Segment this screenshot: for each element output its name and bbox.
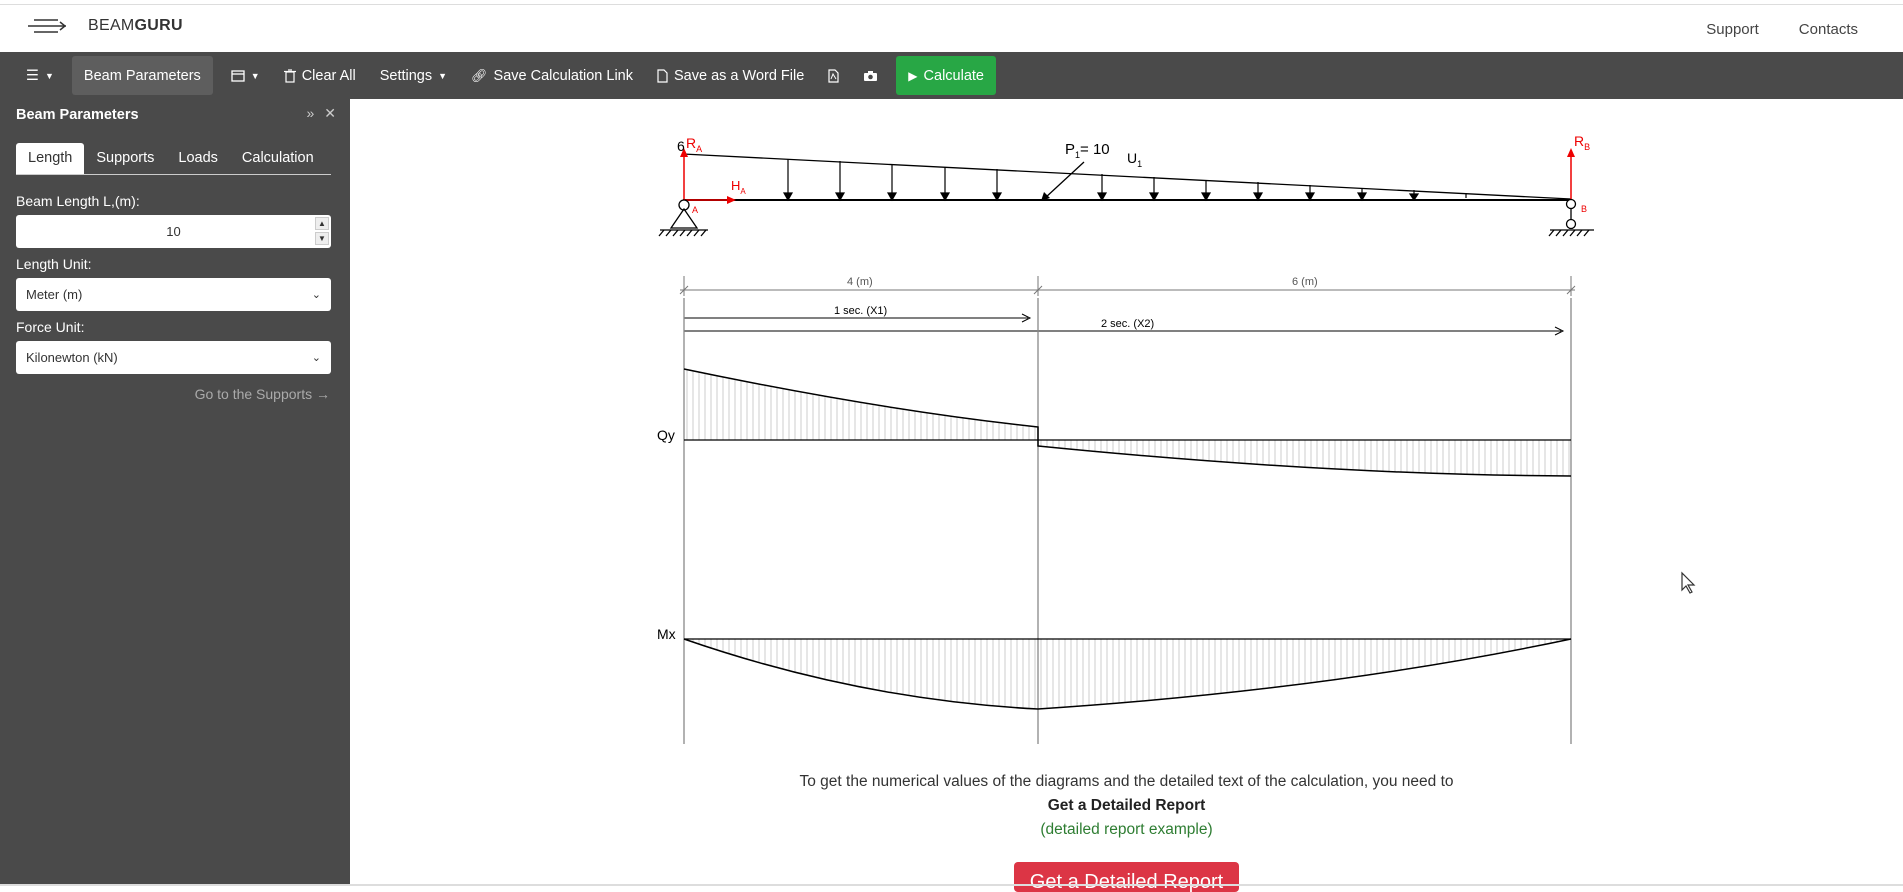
force-unit-select[interactable]: Kilonewton (kN) ⌄ — [16, 341, 331, 374]
tab-loads[interactable]: Loads — [166, 143, 230, 174]
load-arrows — [782, 159, 1467, 202]
save-pdf-button[interactable] — [816, 56, 851, 95]
dim-right: 6 (m) — [1292, 276, 1318, 288]
trash-icon — [283, 68, 296, 83]
parameter-tabs: Length Supports Loads Calculation — [16, 143, 331, 175]
dimension-line — [679, 276, 1576, 296]
beam-length-value: 10 — [166, 224, 181, 239]
report-example-link[interactable]: (detailed report example) — [350, 821, 1903, 839]
beam-diagram: RA 6 HA A P1= 10 U1 RB B 4 (m) 6 (m) 1 s… — [657, 133, 1696, 744]
caret-down-icon: ▼ — [45, 70, 54, 81]
section-2-label: 2 sec. (X2) — [1101, 318, 1154, 330]
clear-all-label: Clear All — [301, 67, 356, 84]
save-word-label: Save as a Word File — [674, 67, 805, 84]
hamburger-icon: ☰ — [26, 67, 39, 84]
beam-parameters-button[interactable]: Beam Parameters — [71, 56, 213, 95]
tab-length[interactable]: Length — [16, 143, 85, 174]
support-a-label: A — [692, 205, 698, 215]
beam-length-input[interactable]: 10 ▲ ▼ — [16, 215, 331, 248]
sidebar-panel: Beam Parameters » ✕ Length Supports Load… — [0, 99, 350, 886]
step-down-icon[interactable]: ▼ — [315, 232, 329, 245]
mx-diagram — [683, 638, 1572, 710]
beam-length-stepper[interactable]: ▲ ▼ — [315, 217, 329, 245]
settings-button[interactable]: Settings ▼ — [368, 56, 459, 95]
beam-parameters-label: Beam Parameters — [83, 67, 201, 84]
goto-supports-link[interactable]: Go to the Supports → — [195, 386, 330, 402]
caret-down-icon: ▼ — [250, 70, 260, 81]
clear-all-button[interactable]: Clear All — [272, 56, 368, 95]
collapse-icon[interactable]: » — [306, 105, 314, 122]
top-navbar: BEAMGURU Support Contacts — [0, 4, 1903, 52]
settings-label: Settings — [379, 67, 433, 84]
panel-controls: » ✕ — [306, 105, 336, 122]
tab-calculation[interactable]: Calculation — [230, 143, 326, 174]
chevron-down-icon: ⌄ — [311, 352, 321, 364]
p1-label: P1= 10 — [1065, 141, 1110, 160]
force-unit-value: Kilonewton (kN) — [26, 350, 118, 365]
mouse-cursor-icon — [1681, 571, 1696, 594]
report-info-heading: Get a Detailed Report — [1047, 797, 1206, 814]
ra-label: RA — [686, 135, 702, 154]
roller-support-b — [1548, 198, 1594, 237]
step-up-icon[interactable]: ▲ — [315, 217, 329, 230]
qy-diagram — [683, 368, 1572, 477]
save-word-button[interactable]: Save as a Word File — [645, 56, 816, 95]
length-unit-value: Meter (m) — [26, 287, 83, 302]
tab-supports[interactable]: Supports — [84, 143, 166, 174]
nav-contacts[interactable]: Contacts — [1799, 21, 1858, 38]
get-report-button[interactable]: Get a Detailed Report — [1014, 862, 1239, 892]
close-icon[interactable]: ✕ — [324, 105, 336, 122]
pdf-file-icon — [828, 68, 839, 83]
logo[interactable]: BEAMGURU — [28, 17, 183, 35]
camera-icon — [864, 70, 878, 81]
main-canvas: RA 6 HA A P1= 10 U1 RB B 4 (m) 6 (m) 1 s… — [350, 99, 1903, 886]
u1-label: U1 — [1127, 150, 1142, 169]
save-link-button[interactable]: 🔗︎ Save Calculation Link — [459, 56, 645, 95]
word-file-icon — [657, 68, 668, 83]
toolbar: ☰ ▼ Beam Parameters ▼ Clear All Settings … — [0, 52, 1903, 99]
window-icon — [231, 69, 245, 82]
length-unit-select[interactable]: Meter (m) ⌄ — [16, 278, 331, 311]
length-unit-label: Length Unit: — [16, 256, 92, 272]
arrow-right-icon: → — [316, 386, 330, 402]
goto-supports-label: Go to the Supports — [194, 386, 313, 402]
menu-lines-icon — [28, 19, 66, 33]
p1-arrow — [1044, 161, 1085, 199]
panel-title: Beam Parameters — [16, 107, 139, 123]
ha-label: HA — [731, 178, 746, 196]
link-icon: 🔗︎ — [471, 67, 488, 83]
chevron-down-icon: ▼ — [438, 70, 448, 81]
report-info: To get the numerical values of the diagr… — [350, 773, 1903, 839]
dim-left: 4 (m) — [847, 276, 873, 288]
rb-label: RB — [1574, 133, 1590, 152]
calculate-label: Calculate — [923, 67, 984, 84]
screenshot-button[interactable] — [851, 56, 890, 95]
window-menu-button[interactable]: ▼ — [219, 56, 272, 95]
play-icon: ▶ — [908, 68, 918, 83]
qy-label: Qy — [657, 427, 675, 443]
section-1-label: 1 sec. (X1) — [834, 305, 887, 317]
save-link-label: Save Calculation Link — [493, 67, 633, 84]
chevron-down-icon: ⌄ — [311, 289, 321, 301]
force-unit-label: Force Unit: — [16, 319, 85, 335]
calculate-button[interactable]: ▶ Calculate — [896, 56, 996, 95]
beam-length-label: Beam Length L,(m): — [16, 193, 140, 209]
report-info-text: To get the numerical values of the diagr… — [799, 773, 1454, 790]
pin-support-a — [658, 199, 708, 237]
load-start-value: 6 — [677, 138, 685, 154]
logo-text: BEAMGURU — [88, 17, 183, 34]
mx-label: Mx — [657, 626, 676, 642]
main-menu-button[interactable]: ☰ ▼ — [14, 56, 66, 95]
top-nav: Support Contacts — [1706, 21, 1858, 38]
support-b-label: B — [1581, 204, 1587, 214]
nav-support[interactable]: Support — [1706, 21, 1759, 38]
